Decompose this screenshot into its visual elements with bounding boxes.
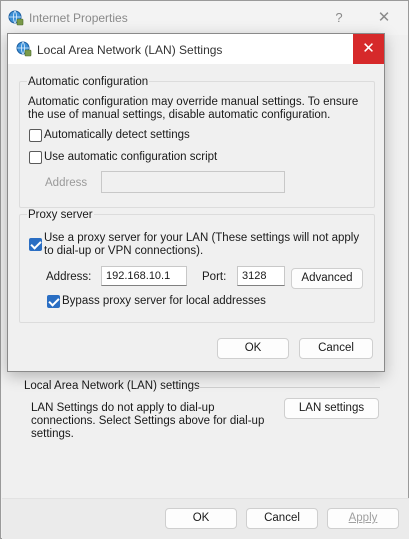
proxy-server-legend: Proxy server [27, 209, 94, 221]
parent-window-title: Internet Properties [29, 11, 128, 25]
dialog-close-icon[interactable]: ✕ [353, 34, 384, 64]
internet-globe-icon [8, 10, 24, 26]
help-icon[interactable]: ? [327, 7, 351, 29]
proxy-port-label: Port: [202, 271, 227, 283]
script-address-input [101, 171, 285, 193]
automatic-configuration-legend: Automatic configuration [27, 76, 150, 88]
auto-script-label[interactable]: Use automatic configuration script [44, 151, 217, 164]
lan-section-heading: Local Area Network (LAN) settings [24, 380, 200, 392]
use-proxy-checkbox[interactable] [29, 238, 42, 251]
dialog-ok-button[interactable]: OK [217, 338, 289, 359]
proxy-port-input[interactable] [237, 266, 285, 286]
auto-detect-checkbox[interactable] [29, 129, 42, 142]
bypass-local-label[interactable]: Bypass proxy server for local addresses [62, 295, 266, 308]
parent-titlebar: Internet Properties ? ✕ [1, 1, 408, 35]
auto-script-checkbox[interactable] [29, 151, 42, 164]
auto-detect-label[interactable]: Automatically detect settings [44, 129, 190, 142]
proxy-address-input[interactable] [101, 266, 187, 286]
bypass-local-checkbox[interactable] [47, 295, 60, 308]
proxy-address-label: Address: [46, 271, 92, 283]
script-address-label: Address [45, 177, 88, 189]
lan-settings-dialog: Local Area Network (LAN) Settings ✕ Auto… [7, 33, 385, 372]
parent-ok-button[interactable]: OK [165, 508, 237, 529]
dialog-title: Local Area Network (LAN) Settings [37, 43, 223, 57]
advanced-button[interactable]: Advanced [291, 268, 363, 289]
lan-settings-button[interactable]: LAN settings [284, 398, 379, 419]
close-icon[interactable]: ✕ [369, 7, 399, 29]
internet-globe-icon [16, 41, 32, 57]
lan-section-description: LAN Settings do not apply to dial-up con… [31, 402, 265, 440]
dialog-titlebar: Local Area Network (LAN) Settings ✕ [8, 34, 384, 64]
use-proxy-label[interactable]: Use a proxy server for your LAN (These s… [44, 232, 369, 258]
parent-cancel-button[interactable]: Cancel [246, 508, 318, 529]
parent-apply-button[interactable]: Apply [327, 508, 399, 529]
lan-section-divider [195, 387, 380, 388]
automatic-configuration-description: Automatic configuration may override man… [28, 96, 359, 121]
dialog-cancel-button[interactable]: Cancel [299, 338, 373, 359]
